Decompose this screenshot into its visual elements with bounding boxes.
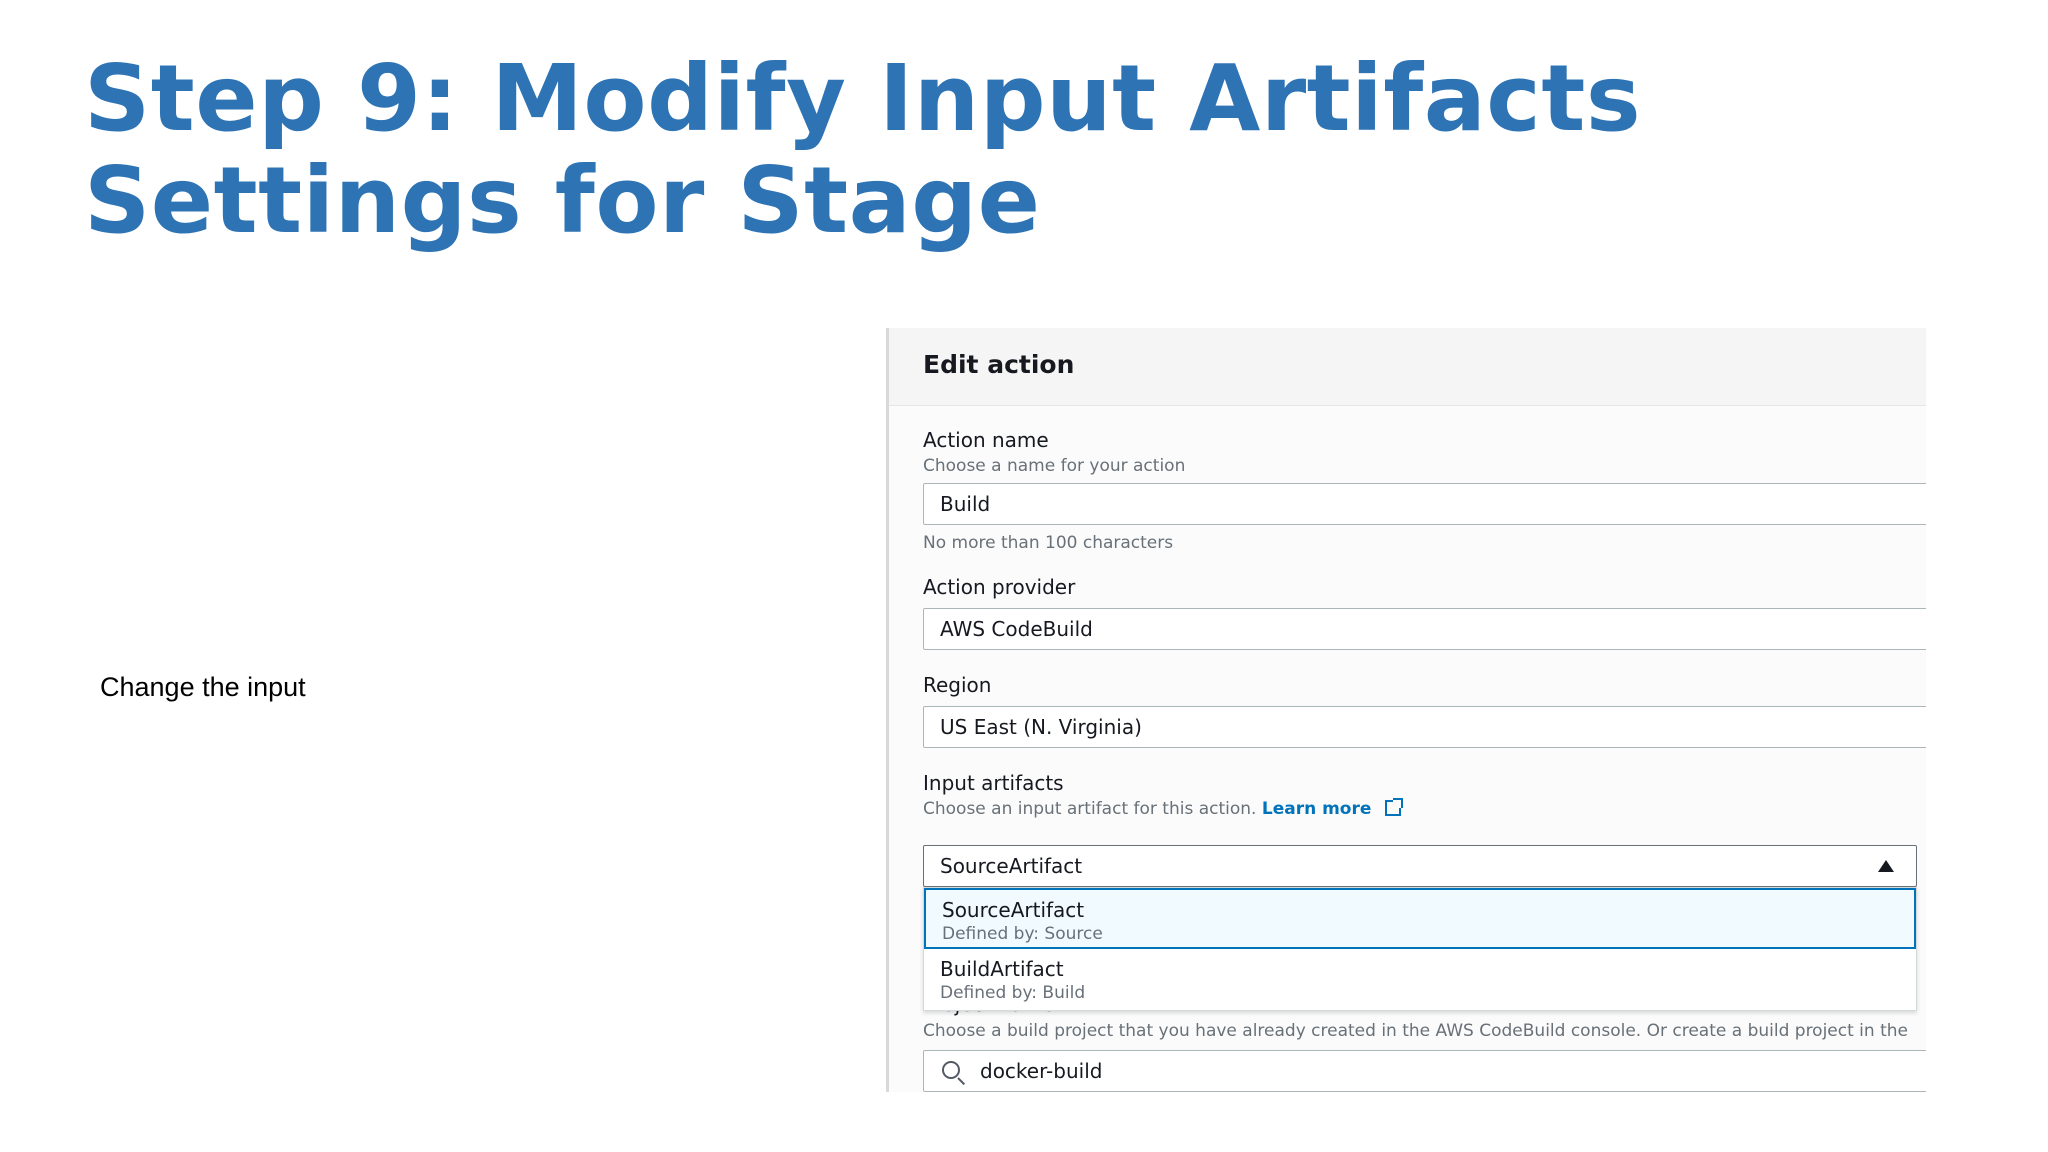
dropdown-option-source-artifact[interactable]: SourceArtifact Defined by: Source [924, 888, 1916, 949]
option-title: SourceArtifact [942, 898, 1085, 922]
caret-up-icon[interactable] [1878, 860, 1894, 872]
input-artifacts-hint: Choose an input artifact for this action… [923, 798, 1403, 819]
dropdown-option-build-artifact[interactable]: BuildArtifact Defined by: Build [924, 949, 1916, 1010]
input-artifacts-label: Input artifacts [923, 771, 1064, 795]
action-name-constraint: No more than 100 characters [923, 533, 1174, 553]
input-artifacts-dropdown: SourceArtifact Defined by: Source BuildA… [923, 887, 1917, 1011]
slide-bullet-text: Change the input [100, 672, 306, 702]
input-artifacts-hint-text: Choose an input artifact for this action… [923, 799, 1257, 819]
option-title: BuildArtifact [940, 957, 1064, 981]
region-select[interactable]: US East (N. Virginia) [923, 706, 1926, 748]
edit-action-title: Edit action [923, 350, 1075, 379]
region-label: Region [923, 673, 992, 697]
edit-action-panel: Edit action Action name Choose a name fo… [886, 328, 1926, 1092]
input-artifacts-selected-value: SourceArtifact [940, 854, 1083, 878]
edit-action-header: Edit action [889, 328, 1926, 406]
external-link-icon[interactable] [1384, 798, 1403, 816]
project-name-value: docker-build [980, 1059, 1103, 1083]
option-subtitle: Defined by: Source [942, 924, 1103, 944]
slide-title-line-2: Settings for Stage [84, 147, 1041, 254]
action-provider-select[interactable]: AWS CodeBuild [923, 608, 1926, 650]
option-subtitle: Defined by: Build [940, 983, 1086, 1003]
action-name-label: Action name [923, 428, 1049, 452]
action-name-input[interactable]: Build [923, 483, 1926, 525]
search-icon [942, 1061, 960, 1079]
action-provider-label: Action provider [923, 575, 1076, 599]
project-name-search-input[interactable]: docker-build [923, 1050, 1926, 1092]
slide-title: Step 9: Modify Input Artifacts Settings … [84, 48, 1984, 252]
project-name-hint: Choose a build project that you have alr… [923, 1021, 1908, 1041]
input-artifacts-select[interactable]: SourceArtifact [923, 845, 1917, 887]
action-name-hint: Choose a name for your action [923, 456, 1186, 476]
slide-title-line-1: Step 9: Modify Input Artifacts [84, 45, 1642, 152]
learn-more-link[interactable]: Learn more [1262, 799, 1372, 819]
